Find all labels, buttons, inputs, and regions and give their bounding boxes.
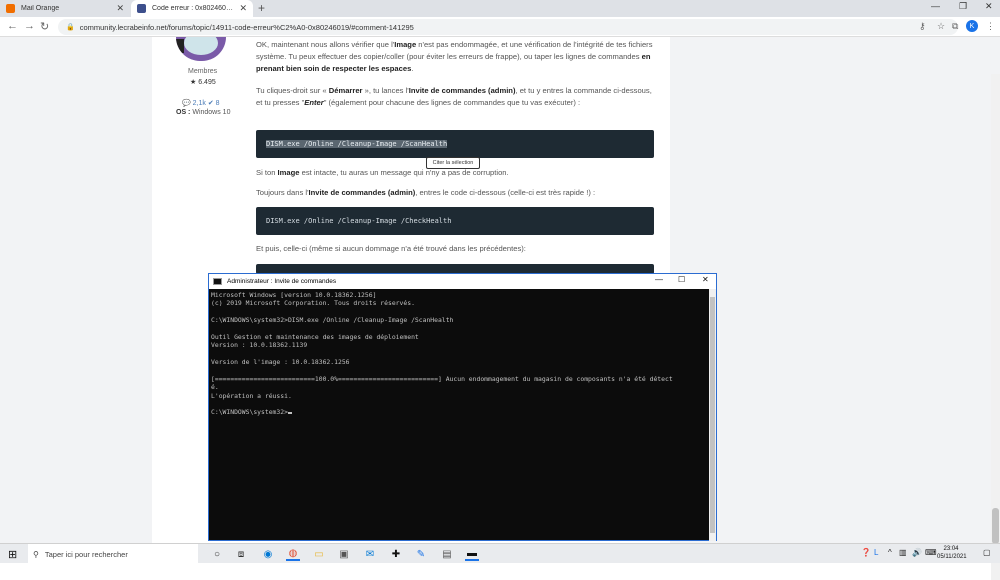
tab-mail-orange[interactable]: Mail Orange ✕ xyxy=(0,0,130,17)
paragraph-restorehealth: Et puis, celle-ci (même si aucun dommage… xyxy=(256,244,526,253)
cmd-line: é. xyxy=(211,383,219,392)
back-icon[interactable]: ← xyxy=(7,20,18,32)
taskbar-search[interactable]: ⚲ Taper ici pour rechercher xyxy=(28,544,198,564)
code-block-checkhealth[interactable]: DISM.exe /Online /Cleanup-Image /CheckHe… xyxy=(256,207,654,235)
close-window-icon[interactable]: ✕ xyxy=(985,1,993,12)
cmd-taskbar-icon[interactable]: ▬ xyxy=(465,547,479,561)
paragraph-instructions: Tu cliques-droit sur « Démarrer », tu la… xyxy=(256,86,652,107)
cmd-line: C:\WINDOWS\system32> xyxy=(211,408,707,416)
close-tab-icon[interactable]: ✕ xyxy=(116,3,124,14)
command-prompt-window[interactable]: Administrateur : Invite de commandes — ☐… xyxy=(208,273,717,541)
user-stats: 💬 2,1k ✔ 8 xyxy=(182,100,220,107)
user-os: OS : Windows 10 xyxy=(176,109,231,116)
forward-icon[interactable]: → xyxy=(24,20,35,32)
store-icon[interactable]: ▣ xyxy=(337,547,351,561)
profile-avatar[interactable]: K xyxy=(966,20,978,32)
cmd-line: L'opération a réussi. xyxy=(211,391,292,400)
task-view-icon[interactable]: ⧈ xyxy=(234,547,248,561)
cmd-title: Administrateur : Invite de commandes xyxy=(227,278,337,285)
extension-icon[interactable]: ⧉ xyxy=(952,21,958,32)
search-placeholder: Taper ici pour rechercher xyxy=(44,549,128,559)
tab-code-erreur[interactable]: Code erreur : 0x80246019 - Windows ✕ xyxy=(131,0,253,17)
cortana-icon[interactable]: ○ xyxy=(210,547,224,561)
file-explorer-icon[interactable]: ▭ xyxy=(312,547,326,561)
volume-icon[interactable]: 🔊 xyxy=(912,548,922,557)
show-hidden-icon[interactable]: ^ xyxy=(888,548,892,557)
windows-taskbar: ⊞ ⚲ Taper ici pour rechercher ○ ⧈ ◉ ◍ ▭ … xyxy=(0,543,1000,564)
app-icon[interactable]: ✎ xyxy=(414,547,428,561)
new-tab-button[interactable]: + xyxy=(258,1,265,15)
network-icon[interactable]: ▥ xyxy=(899,548,907,557)
plus-app-icon[interactable]: ✚ xyxy=(389,547,403,561)
edge-icon[interactable]: ◉ xyxy=(261,547,275,561)
cmd-line: C:\WINDOWS\system32>DISM.exe /Online /Cl… xyxy=(211,316,454,325)
browser-toolbar: ← → ↻ 🔒 community.lecrabeinfo.net/forums… xyxy=(0,17,1000,37)
minimize-icon[interactable]: — xyxy=(931,1,940,11)
cmd-icon xyxy=(213,278,222,285)
cmd-line: [==========================100.0%=======… xyxy=(211,374,673,383)
cmd-line xyxy=(211,325,707,333)
cmd-output[interactable]: Microsoft Windows [version 10.0.18362.12… xyxy=(209,289,709,541)
paragraph-intro: OK, maintenant nous allons vérifier que … xyxy=(256,40,653,73)
tab-title: Code erreur : 0x80246019 - Windows xyxy=(152,5,235,12)
taskbar-clock[interactable]: 23:04 05/11/2021 xyxy=(937,545,967,561)
code-block-scanhealth[interactable]: DISM.exe /Online /Cleanup-Image /ScanHea… xyxy=(256,130,654,158)
address-bar[interactable]: 🔒 community.lecrabeinfo.net/forums/topic… xyxy=(58,19,958,35)
cmd-maximize-icon[interactable]: ☐ xyxy=(678,275,685,284)
tab-title: Mail Orange xyxy=(21,5,60,12)
reload-icon[interactable]: ↻ xyxy=(40,20,49,33)
search-icon: ⚲ xyxy=(33,549,39,559)
restore-icon[interactable]: ❐ xyxy=(959,1,967,12)
paragraph-image-intact: Si ton Image est intacte, tu auras un me… xyxy=(256,168,509,177)
page-scrollbar[interactable] xyxy=(991,74,1000,580)
crabe-info-icon xyxy=(137,4,146,13)
keyboard-icon[interactable]: ⌨ xyxy=(925,548,937,557)
user-role: Membres xyxy=(188,68,218,75)
cmd-close-icon[interactable]: ✕ xyxy=(702,275,709,284)
cmd-minimize-icon[interactable]: — xyxy=(655,275,663,284)
user-points: ★ 6.495 xyxy=(190,79,216,86)
cmd-line xyxy=(211,400,707,408)
cmd-title-bar[interactable]: Administrateur : Invite de commandes xyxy=(209,274,716,289)
browser-tab-bar: Mail Orange ✕ Code erreur : 0x80246019 -… xyxy=(0,0,1000,17)
cmd-cursor xyxy=(287,412,292,415)
mail-icon[interactable]: ✉ xyxy=(363,547,377,561)
cmd-scrollbar[interactable] xyxy=(709,289,716,541)
close-tab-icon[interactable]: ✕ xyxy=(239,3,247,14)
cmd-line: Version : 10.0.18362.1139 xyxy=(211,341,308,350)
cmd-line xyxy=(211,367,707,375)
cmd-line xyxy=(211,308,707,316)
key-icon[interactable]: ⚷ xyxy=(919,21,926,32)
chrome-icon[interactable]: ◍ xyxy=(286,547,300,561)
cmd-line xyxy=(211,350,707,358)
cmd-line: Outil Gestion et maintenance des images … xyxy=(211,332,419,341)
app-badge-icon[interactable]: ▤ xyxy=(440,547,454,561)
cmd-line: Microsoft Windows [version 10.0.18362.12… xyxy=(211,291,377,299)
lock-icon: 🔒 xyxy=(66,24,75,31)
bookmark-star-icon[interactable]: ☆ xyxy=(937,21,945,32)
scrollbar-thumb[interactable] xyxy=(992,508,999,544)
help-icon[interactable]: ❓ xyxy=(861,548,871,557)
paragraph-checkhealth: Toujours dans l'Invite de commandes (adm… xyxy=(256,188,596,197)
url-text: community.lecrabeinfo.net/forums/topic/1… xyxy=(79,22,414,32)
cmd-line: (c) 2019 Microsoft Corporation. Tous dro… xyxy=(211,299,415,308)
notifications-icon[interactable]: ▢ xyxy=(983,548,991,557)
mail-orange-icon xyxy=(6,4,15,13)
menu-icon[interactable]: ⋮ xyxy=(986,21,995,32)
windows-start-icon[interactable]: ⊞ xyxy=(8,548,17,561)
cmd-line: Version de l'image : 10.0.18362.1256 xyxy=(211,358,350,367)
tray-app-icon[interactable]: L xyxy=(874,548,878,557)
